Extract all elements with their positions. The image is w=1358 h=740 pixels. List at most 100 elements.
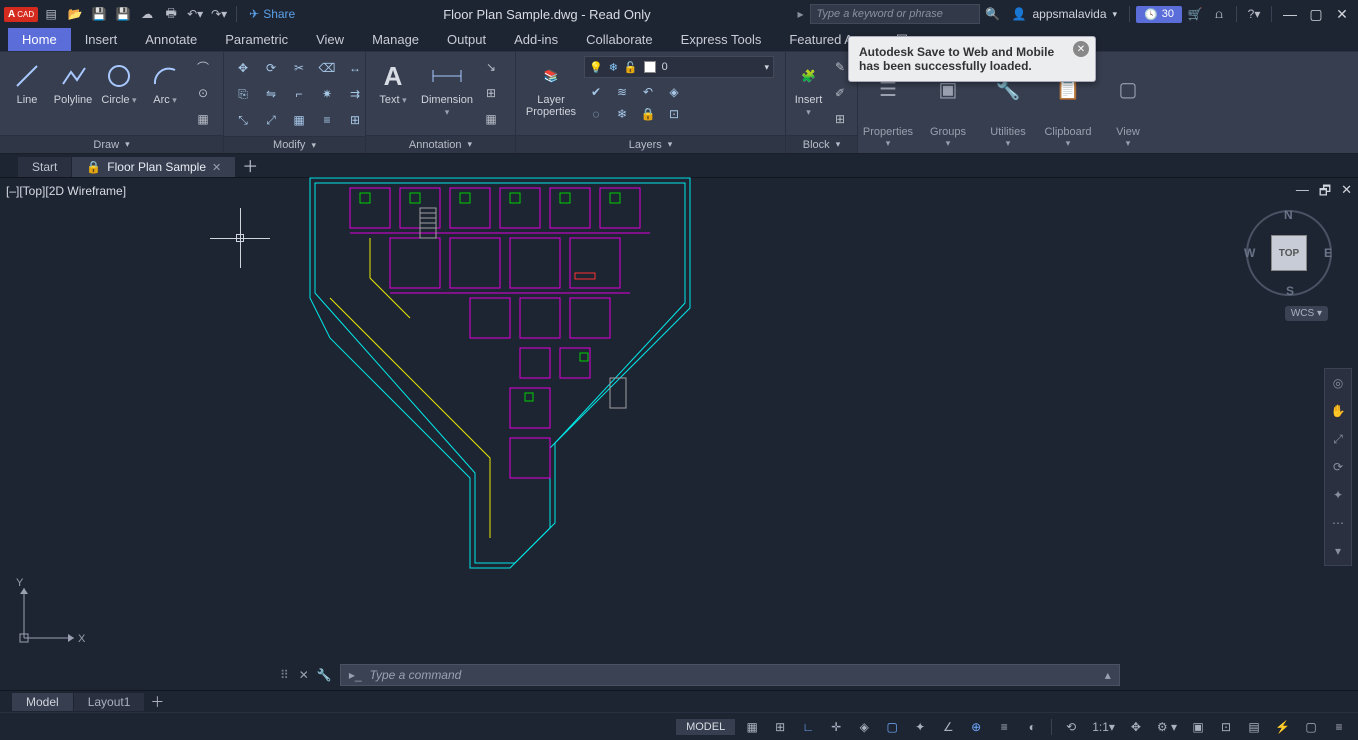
viewport-close-icon[interactable]: ✕ bbox=[1341, 182, 1352, 204]
status-osnap-icon[interactable]: ▢ bbox=[881, 716, 903, 738]
help-icon[interactable]: ?▾ bbox=[1243, 3, 1265, 25]
nav-orbit-icon[interactable]: ⟳ bbox=[1325, 453, 1351, 481]
layer-selector[interactable]: 💡 ❄ 🔓 0 ▾ bbox=[584, 56, 774, 78]
cmd-history-icon[interactable]: ▴ bbox=[1105, 668, 1111, 682]
status-customize-icon[interactable]: ≡ bbox=[1328, 716, 1350, 738]
qat-new-icon[interactable]: ▤ bbox=[40, 3, 62, 25]
status-annotation-icon[interactable]: ✥ bbox=[1125, 716, 1147, 738]
status-ortho-icon[interactable]: ∟ bbox=[797, 716, 819, 738]
nav-expand-icon[interactable]: ▾ bbox=[1325, 537, 1351, 565]
ribbon-tab-view[interactable]: View bbox=[302, 28, 358, 51]
status-lineweight-icon[interactable]: ≡ bbox=[993, 716, 1015, 738]
array-icon[interactable]: ▦ bbox=[286, 108, 312, 132]
layer-isolate-icon[interactable]: ◈ bbox=[662, 82, 686, 102]
layer-previous-icon[interactable]: ↶ bbox=[636, 82, 660, 102]
draw-extra2-icon[interactable]: ⊙ bbox=[192, 82, 214, 104]
viewport-minimize-icon[interactable]: — bbox=[1296, 182, 1309, 204]
status-monitor-icon[interactable]: ▣ bbox=[1187, 716, 1209, 738]
layer-match-icon[interactable]: ≋ bbox=[610, 82, 634, 102]
ribbon-tab-addins[interactable]: Add-ins bbox=[500, 28, 572, 51]
status-otrack-icon[interactable]: ∠ bbox=[937, 716, 959, 738]
nav-wheel-icon[interactable]: ◎ bbox=[1325, 369, 1351, 397]
nav-pan-icon[interactable]: ✋ bbox=[1325, 397, 1351, 425]
ribbon-tab-manage[interactable]: Manage bbox=[358, 28, 433, 51]
ribbon-tab-collaborate[interactable]: Collaborate bbox=[572, 28, 667, 51]
insert-button[interactable]: 🧩 Insert bbox=[792, 56, 825, 118]
status-quickprops-icon[interactable]: ▤ bbox=[1243, 716, 1265, 738]
nav-more-icon[interactable]: ⋯ bbox=[1325, 509, 1351, 537]
status-polar-icon[interactable]: ✛ bbox=[825, 716, 847, 738]
new-tab-button[interactable]: ＋ bbox=[236, 153, 264, 177]
rotate-icon[interactable]: ⟳ bbox=[258, 56, 284, 80]
fillet-icon[interactable]: ⌐ bbox=[286, 82, 312, 106]
annot-extra-icon[interactable]: ▦ bbox=[480, 108, 502, 130]
circle-button[interactable]: Circle bbox=[98, 56, 140, 106]
layer-properties-button[interactable]: 📚 Layer Properties bbox=[522, 56, 580, 118]
nav-zoom-extents-icon[interactable]: ⤢ bbox=[1325, 425, 1351, 453]
viewcube-north[interactable]: N bbox=[1284, 208, 1293, 222]
ribbon-tab-annotate[interactable]: Annotate bbox=[131, 28, 211, 51]
viewport-restore-icon[interactable]: 🗗 bbox=[1319, 182, 1331, 204]
tab-close-icon[interactable]: ✕ bbox=[212, 161, 221, 174]
autodesk-account-icon[interactable]: ⩍ bbox=[1208, 3, 1230, 25]
maximize-button[interactable]: ▢ bbox=[1304, 6, 1328, 23]
viewport-label[interactable]: [–][Top][2D Wireframe] bbox=[6, 184, 126, 198]
ribbon-tab-parametric[interactable]: Parametric bbox=[211, 28, 302, 51]
qat-saveas-icon[interactable]: 💾 bbox=[112, 3, 134, 25]
offset-icon[interactable]: ⇉ bbox=[342, 82, 368, 106]
table-icon[interactable]: ⊞ bbox=[480, 82, 502, 104]
trial-timer[interactable]: 🕓 30 bbox=[1136, 6, 1182, 23]
ribbon-tab-insert[interactable]: Insert bbox=[71, 28, 132, 51]
panel-annotation-title[interactable]: Annotation▾ bbox=[366, 135, 515, 153]
line-button[interactable]: Line bbox=[6, 56, 48, 106]
status-cycling-icon[interactable]: ⟲ bbox=[1060, 716, 1082, 738]
copy-icon[interactable]: ⎘ bbox=[230, 82, 256, 106]
view-cube[interactable]: N S E W TOP bbox=[1244, 208, 1334, 298]
layout-tab-layout1[interactable]: Layout1 bbox=[74, 693, 146, 711]
align-icon[interactable]: ≡ bbox=[314, 108, 340, 132]
layer-off-icon[interactable]: ◌ bbox=[584, 104, 608, 124]
autodesk-app-store-icon[interactable]: 🛒 bbox=[1184, 3, 1206, 25]
status-units-icon[interactable]: ⊡ bbox=[1215, 716, 1237, 738]
drawing-area[interactable]: [–][Top][2D Wireframe] — 🗗 ✕ bbox=[0, 178, 1358, 660]
arc-button[interactable]: Arc bbox=[144, 56, 186, 106]
viewcube-east[interactable]: E bbox=[1324, 246, 1332, 260]
modify-extra-icon[interactable]: ⊞ bbox=[342, 108, 368, 132]
layer-state-icon[interactable]: ⊡ bbox=[662, 104, 686, 124]
layout-tab-model[interactable]: Model bbox=[12, 693, 74, 711]
qat-undo-icon[interactable]: ↶▾ bbox=[184, 3, 206, 25]
polyline-button[interactable]: Polyline bbox=[52, 56, 94, 106]
panel-view-collapsed[interactable]: ▢ View▾ bbox=[1098, 52, 1158, 153]
scale-icon[interactable]: ⤢ bbox=[258, 108, 284, 132]
status-model-space[interactable]: MODEL bbox=[676, 719, 735, 735]
text-button[interactable]: A Text bbox=[372, 56, 414, 106]
status-workspace-icon[interactable]: ⚙ ▾ bbox=[1153, 716, 1181, 738]
panel-modify-title[interactable]: Modify▾ bbox=[224, 136, 365, 153]
status-hardware-accel-icon[interactable]: ⚡ bbox=[1271, 716, 1294, 738]
balloon-close-icon[interactable]: ✕ bbox=[1073, 41, 1089, 57]
minimize-button[interactable]: — bbox=[1278, 6, 1302, 22]
cmd-customize-icon[interactable]: 🔧 bbox=[317, 668, 332, 682]
panel-block-title[interactable]: Block▾ bbox=[786, 135, 857, 153]
cmd-close-icon[interactable]: ✕ bbox=[299, 668, 309, 682]
ribbon-tab-home[interactable]: Home bbox=[8, 28, 71, 51]
status-transparency-icon[interactable]: ◐ bbox=[1021, 716, 1043, 738]
draw-extra1-icon[interactable]: ⌒ bbox=[192, 56, 214, 78]
move-icon[interactable]: ✥ bbox=[230, 56, 256, 80]
ribbon-tab-expresstools[interactable]: Express Tools bbox=[667, 28, 776, 51]
status-cleanscreen-icon[interactable]: ▢ bbox=[1300, 716, 1322, 738]
qat-save-icon[interactable]: 💾 bbox=[88, 3, 110, 25]
block-edit-icon[interactable]: ✐ bbox=[829, 82, 851, 104]
stretch-icon[interactable]: ⤡ bbox=[230, 108, 256, 132]
file-tab-start[interactable]: Start bbox=[18, 157, 72, 177]
close-button[interactable]: ✕ bbox=[1330, 6, 1354, 23]
layer-make-current-icon[interactable]: ✔ bbox=[584, 82, 608, 102]
nav-showmotion-icon[interactable]: ✦ bbox=[1325, 481, 1351, 509]
extend-icon[interactable]: ↔ bbox=[342, 56, 368, 80]
qat-plot-icon[interactable]: 🖶 bbox=[160, 3, 182, 25]
panel-draw-title[interactable]: Draw▾ bbox=[0, 135, 223, 153]
layer-lock2-icon[interactable]: 🔒 bbox=[636, 104, 660, 124]
help-search-input[interactable]: Type a keyword or phrase bbox=[810, 4, 980, 24]
viewcube-south[interactable]: S bbox=[1286, 284, 1294, 298]
file-tab-document[interactable]: 🔒 Floor Plan Sample ✕ bbox=[72, 157, 236, 177]
